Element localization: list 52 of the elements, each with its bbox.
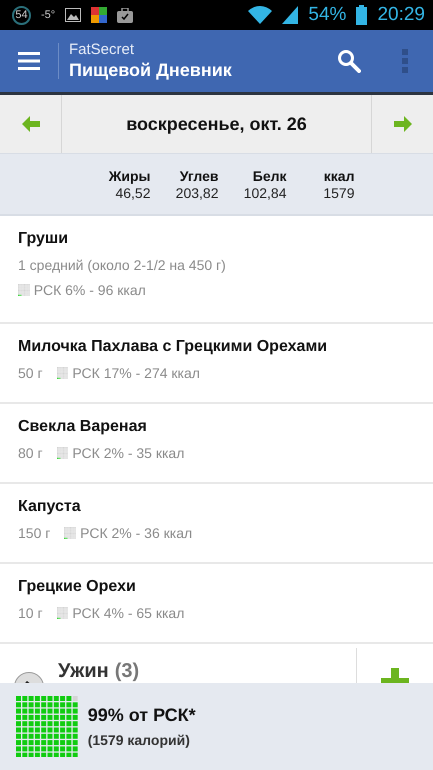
search-icon bbox=[337, 49, 361, 73]
app-icon bbox=[91, 7, 108, 23]
nutrient-label: Углев bbox=[180, 168, 218, 184]
food-name: Свекла Вареная bbox=[18, 418, 148, 436]
signal-icon bbox=[282, 6, 298, 24]
more-icon bbox=[402, 49, 408, 73]
rdi-grid-icon bbox=[16, 696, 78, 758]
food-name: Грецкие Орехи bbox=[18, 578, 137, 596]
rdi-grid-icon bbox=[64, 527, 76, 539]
right-arrow-icon bbox=[394, 116, 412, 132]
food-name: Капуста bbox=[18, 498, 82, 516]
serving-size: 1 средний (около 2-1/2 на 450 г) bbox=[18, 257, 227, 273]
food-name: Милочка Пахлава с Грецкими Орехами bbox=[18, 338, 328, 356]
nutrient-value: 46,52 bbox=[115, 184, 150, 200]
nutrient-value: 203,82 bbox=[176, 184, 218, 200]
nutrient-label: Белк bbox=[252, 168, 286, 184]
battery-icon bbox=[356, 5, 368, 25]
serving-size: 80 г bbox=[18, 445, 43, 461]
clock: 20:29 bbox=[377, 4, 425, 26]
meal-name: Ужин bbox=[58, 660, 109, 683]
food-entry[interactable]: Груши 1 средний (около 2-1/2 на 450 г) РСК 6% - 96 ккал bbox=[0, 216, 433, 324]
food-name: Груши bbox=[18, 230, 70, 248]
rdi-grid-icon bbox=[18, 284, 30, 296]
total-calories: (1579 калорий) bbox=[88, 732, 191, 748]
food-entry[interactable]: Милочка Пахлава с Грецкими Орехами 50 г РСК 17% - 274 ккал bbox=[0, 324, 433, 404]
nutrient-value: 102,84 bbox=[244, 184, 286, 200]
screen-title: Пищевой Дневник bbox=[69, 60, 233, 81]
nutrient-label: Жиры bbox=[108, 168, 150, 184]
food-entry[interactable]: Свекла Вареная 80 г РСК 2% - 35 ккал bbox=[0, 404, 433, 484]
rdi-text: РСК 17% - 274 ккал bbox=[72, 365, 200, 381]
food-entry[interactable]: Капуста 150 г РСК 2% - 36 ккал bbox=[0, 484, 433, 564]
left-arrow-icon bbox=[22, 116, 40, 132]
nutrient-label: ккал bbox=[324, 168, 354, 184]
rdi-text: РСК 6% - 96 ккал bbox=[34, 282, 146, 298]
app-name: FatSecret bbox=[69, 41, 136, 58]
image-icon bbox=[65, 8, 82, 22]
temperature: -5° bbox=[41, 9, 56, 21]
nutrient-value: 1579 bbox=[323, 184, 354, 200]
food-entry[interactable]: Грецкие Орехи 10 г РСК 4% - 65 ккал bbox=[0, 564, 433, 644]
rdi-percent: 99% от РСК* bbox=[88, 705, 196, 726]
notification-count: 54 bbox=[12, 6, 31, 24]
meal-count: (3) bbox=[114, 660, 140, 683]
rdi-text: РСК 2% - 36 ккал bbox=[80, 525, 192, 541]
serving-size: 10 г bbox=[18, 605, 43, 621]
rdi-text: РСК 4% - 65 ккал bbox=[72, 605, 184, 621]
serving-size: 150 г bbox=[18, 525, 50, 541]
rdi-text: РСК 2% - 35 ккал bbox=[72, 445, 184, 461]
serving-size: 50 г bbox=[18, 365, 43, 381]
wifi-icon bbox=[248, 6, 272, 24]
battery-percent: 54% bbox=[308, 4, 346, 26]
briefcase-icon bbox=[117, 8, 134, 22]
menu-icon bbox=[18, 52, 40, 70]
